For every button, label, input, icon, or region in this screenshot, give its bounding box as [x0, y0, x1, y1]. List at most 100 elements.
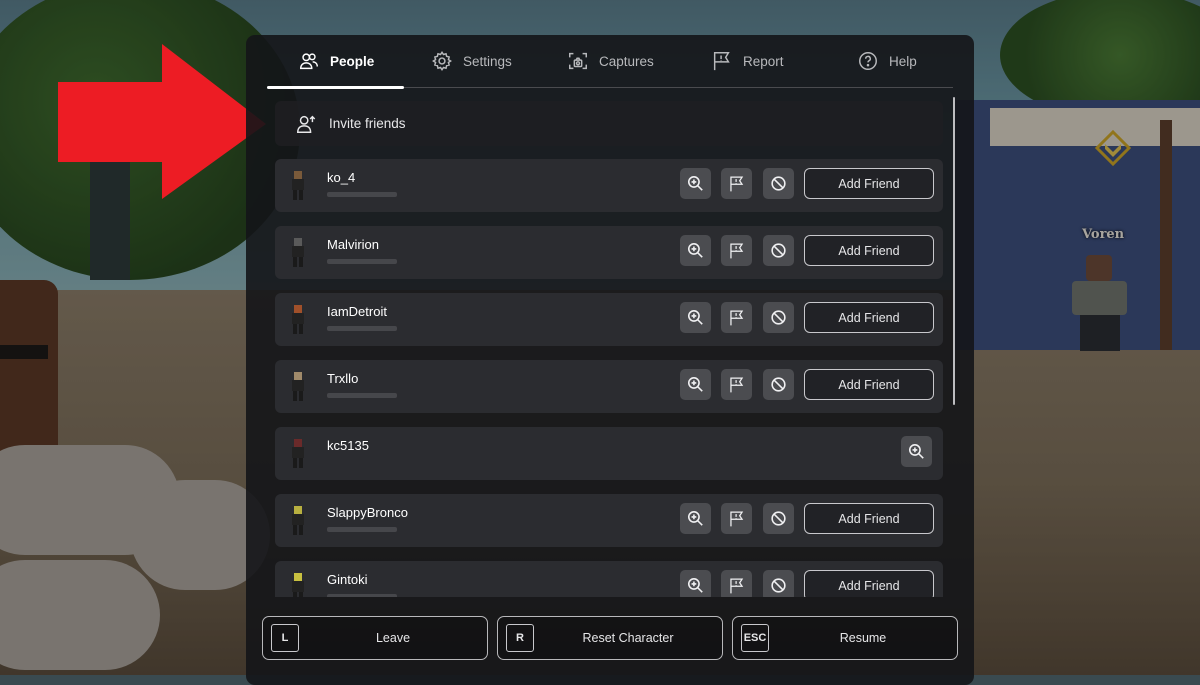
player-avatar — [289, 169, 307, 202]
zoom-in-icon — [687, 175, 703, 191]
player-display-name-blurred — [327, 326, 397, 331]
report-button[interactable] — [721, 369, 752, 400]
report-button[interactable] — [721, 302, 752, 333]
block-icon — [771, 176, 786, 191]
red-arrow-annotation — [58, 44, 266, 199]
tab-label: Captures — [599, 53, 654, 69]
bottom-actions: L Leave R Reset Character ESC Resume — [262, 616, 958, 661]
block-icon — [771, 243, 786, 258]
flag-icon — [730, 176, 744, 192]
tab-label: People — [330, 53, 375, 69]
player-name: Malvirion — [327, 237, 380, 252]
player-row: kc5135 — [275, 427, 943, 480]
reset-character-button[interactable]: R Reset Character — [497, 616, 723, 660]
player-row: ko_4 Add Friend — [275, 159, 943, 212]
game-menu-panel: People Settings Captures Report Help Inv… — [246, 35, 974, 685]
block-button[interactable] — [763, 503, 794, 534]
report-button[interactable] — [721, 168, 752, 199]
block-button[interactable] — [763, 302, 794, 333]
add-friend-button[interactable]: Add Friend — [804, 503, 934, 534]
zoom-in-icon — [687, 309, 703, 325]
player-display-name-blurred — [327, 527, 397, 532]
tab-captures[interactable]: Captures — [567, 35, 654, 87]
zoom-in-icon — [687, 242, 703, 258]
flag-icon — [713, 52, 730, 71]
player-row: Trxllo Add Friend — [275, 360, 943, 413]
button-label: Resume — [839, 630, 887, 645]
inspect-button[interactable] — [901, 436, 932, 467]
inspect-button[interactable] — [680, 302, 711, 333]
player-name: ko_4 — [327, 170, 356, 185]
zoom-in-icon — [687, 376, 703, 392]
help-icon — [859, 52, 877, 70]
tab-settings[interactable]: Settings — [431, 35, 512, 87]
player-display-name-blurred — [327, 259, 397, 264]
button-label: Leave — [375, 630, 411, 645]
inspect-button[interactable] — [680, 503, 711, 534]
block-icon — [771, 377, 786, 392]
report-button[interactable] — [721, 570, 752, 597]
player-row: IamDetroit Add Friend — [275, 293, 943, 346]
player-display-name-blurred — [327, 393, 397, 398]
block-icon — [771, 310, 786, 325]
block-button[interactable] — [763, 235, 794, 266]
player-display-name-blurred — [327, 192, 397, 197]
add-person-icon — [297, 115, 316, 133]
player-avatar — [289, 236, 307, 269]
tab-help[interactable]: Help — [857, 35, 917, 87]
player-name: SlappyBronco — [327, 505, 408, 520]
player-avatar — [289, 571, 307, 597]
key-hint: ESC — [741, 624, 769, 652]
player-display-name-blurred — [327, 594, 397, 597]
key-hint: L — [271, 624, 299, 652]
add-friend-button[interactable]: Add Friend — [804, 570, 934, 597]
invite-friends-button[interactable]: Invite friends — [275, 101, 943, 146]
add-friend-button[interactable]: Add Friend — [804, 369, 934, 400]
leave-button[interactable]: L Leave — [262, 616, 488, 660]
player-avatar — [289, 437, 307, 470]
block-button[interactable] — [763, 168, 794, 199]
add-friend-button[interactable]: Add Friend — [804, 302, 934, 333]
report-button[interactable] — [721, 503, 752, 534]
report-button[interactable] — [721, 235, 752, 266]
button-label: Reset Character — [582, 630, 674, 645]
inspect-button[interactable] — [680, 570, 711, 597]
player-avatar — [289, 303, 307, 336]
active-tab-indicator — [267, 86, 404, 89]
block-button[interactable] — [763, 369, 794, 400]
zoom-in-icon — [687, 577, 703, 593]
key-hint: R — [506, 624, 534, 652]
zoom-in-icon — [687, 510, 703, 526]
player-row: Gintoki Add Friend — [275, 561, 943, 597]
tab-label: Settings — [463, 53, 512, 69]
player-row: SlappyBronco Add Friend — [275, 494, 943, 547]
flag-icon — [730, 310, 744, 326]
tab-label: Report — [743, 53, 784, 69]
block-icon — [771, 511, 786, 526]
tab-label: Help — [889, 53, 917, 69]
player-list-scrollbar[interactable] — [953, 97, 955, 405]
zoom-in-icon — [908, 443, 924, 459]
inspect-button[interactable] — [680, 168, 711, 199]
tab-report[interactable]: Report — [711, 35, 784, 87]
add-friend-button[interactable]: Add Friend — [804, 235, 934, 266]
tab-people[interactable]: People — [298, 35, 374, 87]
inspect-button[interactable] — [680, 235, 711, 266]
menu-tabs: People Settings Captures Report Help — [267, 35, 953, 89]
people-icon — [300, 53, 318, 70]
inspect-button[interactable] — [680, 369, 711, 400]
resume-button[interactable]: ESC Resume — [732, 616, 958, 660]
add-friend-button[interactable]: Add Friend — [804, 168, 934, 199]
camera-icon — [569, 52, 587, 70]
player-name: kc5135 — [327, 438, 369, 453]
player-list: ko_4 Add Friend Malvirion Add Friend IamDetr… — [275, 159, 943, 597]
flag-icon — [730, 377, 744, 393]
player-name: IamDetroit — [327, 304, 387, 319]
player-avatar — [289, 370, 307, 403]
invite-friends-label: Invite friends — [329, 116, 406, 131]
flag-icon — [730, 243, 744, 259]
player-avatar — [289, 504, 307, 537]
player-name: Trxllo — [327, 371, 359, 386]
block-button[interactable] — [763, 570, 794, 597]
player-row: Malvirion Add Friend — [275, 226, 943, 279]
